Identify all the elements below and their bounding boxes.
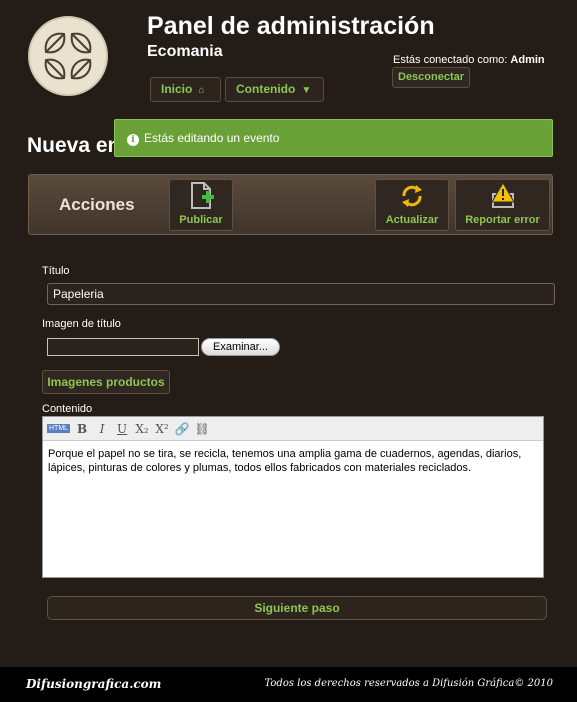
subscript-button[interactable]: X₂ [134, 422, 150, 436]
connected-user: Admin [510, 54, 545, 66]
unlink-button[interactable]: ⛓ [194, 422, 210, 436]
refresh-icon [376, 180, 448, 212]
nav-contenido-label: Contenido [236, 82, 296, 96]
image-label: Imagen de título [42, 318, 121, 330]
add-document-icon [170, 180, 232, 212]
editing-notice: i Estás editando un evento [114, 119, 553, 157]
connected-as-label: Estás conectado como: [393, 54, 508, 66]
next-step-button[interactable]: Siguiente paso [47, 596, 547, 620]
notice-text: Estás editando un evento [144, 131, 280, 145]
footer: Difusiongrafica.com Todos los derechos r… [0, 667, 577, 702]
link-button[interactable]: 🔗 [174, 422, 190, 436]
editor-toolbar: HTML B I U X₂ X² 🔗 ⛓ [43, 417, 543, 441]
underline-button[interactable]: U [114, 422, 130, 436]
nav-inicio-button[interactable]: Inicio ⌂ [150, 77, 221, 102]
rich-text-editor: HTML B I U X₂ X² 🔗 ⛓ Porque el papel no … [42, 416, 544, 578]
title-input[interactable] [47, 283, 555, 305]
file-path-field[interactable] [47, 338, 199, 356]
user-info: Estás conectado como: Admin [393, 54, 545, 66]
info-icon: i [127, 134, 139, 146]
page-title: Nueva entrada [27, 134, 117, 157]
actions-bar: Acciones Publicar Actualizar Reportar er… [28, 174, 553, 235]
warning-icon [456, 180, 549, 212]
chevron-down-icon: ▼ [301, 85, 312, 96]
report-error-button[interactable]: Reportar error [455, 179, 550, 231]
app-title: Panel de administración [147, 12, 435, 40]
footer-copyright: Todos los derechos reservados a Difusión… [264, 678, 554, 689]
italic-button[interactable]: I [94, 422, 110, 436]
superscript-button[interactable]: X² [154, 422, 170, 436]
nav-inicio-label: Inicio [161, 82, 193, 96]
publish-button[interactable]: Publicar [169, 179, 233, 231]
bold-button[interactable]: B [74, 422, 90, 436]
browse-button[interactable]: Examinar... [201, 338, 280, 356]
title-label: Título [42, 265, 70, 277]
app-subtitle: Ecomania [147, 43, 223, 60]
product-images-button[interactable]: Imagenes productos [42, 370, 170, 394]
footer-brand: Difusiongrafica.com [26, 677, 162, 691]
html-source-button[interactable]: HTML [47, 424, 71, 433]
refresh-button[interactable]: Actualizar [375, 179, 449, 231]
report-error-label: Reportar error [465, 214, 540, 226]
nav-contenido-button[interactable]: Contenido ▼ [225, 77, 324, 102]
refresh-label: Actualizar [385, 214, 439, 226]
editor-content[interactable]: Porque el papel no se tira, se recicla, … [43, 441, 543, 481]
home-icon: ⌂ [198, 85, 205, 96]
leaf-logo [28, 16, 108, 96]
actions-label: Acciones [59, 195, 135, 214]
content-label: Contenido [42, 403, 93, 415]
logout-button[interactable]: Desconectar [392, 67, 471, 88]
publish-label: Publicar [179, 214, 223, 226]
